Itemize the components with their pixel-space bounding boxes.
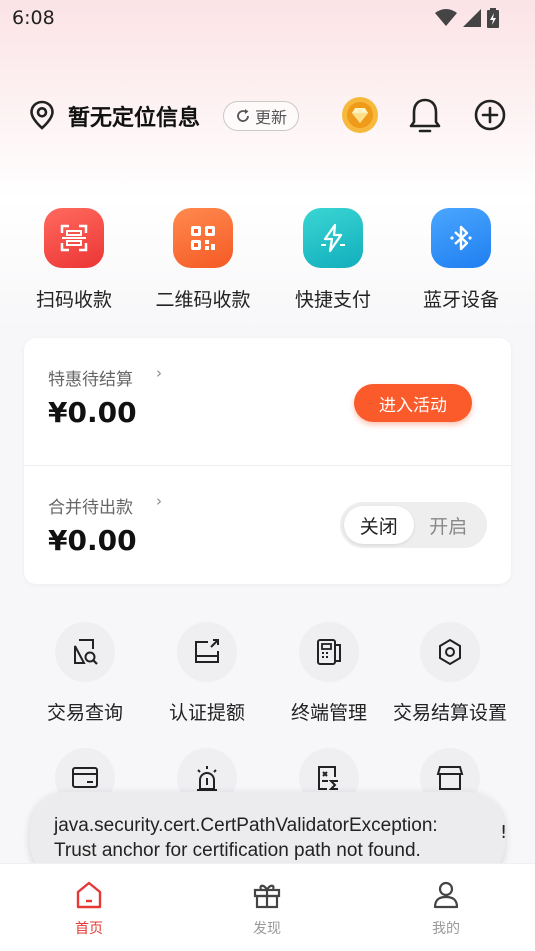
battery-icon	[487, 8, 499, 28]
nav-label: 发现	[253, 921, 281, 937]
merged-payout-label[interactable]: 合并待出款	[48, 493, 133, 518]
bluetooth-tile	[431, 208, 491, 268]
status-time: 6:08	[12, 7, 55, 29]
terminal-icon	[317, 639, 341, 665]
service-label: 交易查询	[46, 702, 123, 724]
qrcode-tile	[173, 208, 233, 268]
quick-action-label: 快捷支付	[294, 289, 371, 311]
refresh-label: 更新	[254, 108, 287, 127]
bluetooth-icon	[450, 225, 472, 251]
service-label: 终端管理	[290, 702, 367, 724]
quick-action-label: 蓝牙设备	[422, 289, 499, 311]
bill-icon	[318, 766, 338, 790]
chevron-right-icon: ›	[156, 492, 162, 510]
status-icons	[435, 8, 499, 28]
signal-icon	[463, 9, 481, 27]
quick-action-scan[interactable]: 扫码收款	[9, 208, 139, 312]
alarm-icon	[197, 766, 217, 791]
quick-actions: 扫码收款 二维码收款 快捷支付 蓝牙设备	[0, 208, 535, 318]
card-icon	[72, 767, 98, 788]
service-label: 交易结算设置	[392, 702, 507, 724]
profile-icon	[433, 881, 459, 909]
status-bar: 6:08	[0, 0, 535, 36]
quick-action-label: 扫码收款	[35, 289, 112, 311]
service-icon-wrap	[420, 622, 480, 682]
merged-payout-toggle[interactable]: 关闭 开启	[340, 502, 487, 548]
special-settlement-label: 特惠待结算	[48, 370, 133, 390]
refresh-location-button[interactable]: 更新	[223, 101, 299, 131]
service-icon-wrap	[177, 622, 237, 682]
service-settlement-settings[interactable]: 交易结算设置	[383, 622, 517, 725]
settlement-settings-icon	[439, 638, 461, 666]
toggle-off-option[interactable]: 关闭	[344, 506, 414, 544]
home-icon	[76, 881, 102, 909]
special-settlement-amount: ¥0.00	[48, 396, 137, 429]
location-icon[interactable]	[28, 100, 56, 130]
toggle-on-option[interactable]: 开启	[414, 506, 484, 544]
location-text[interactable]: 暂无定位信息	[68, 100, 200, 132]
scan-icon	[60, 224, 88, 252]
service-terminal[interactable]: 终端管理	[262, 622, 396, 725]
nav-label: 我的	[432, 921, 460, 937]
flash-pay-tile	[303, 208, 363, 268]
nav-home[interactable]: 首页	[39, 880, 139, 938]
toast-line-1: java.security.cert.CertPathValidatorExce…	[54, 815, 438, 836]
transaction-query-icon	[74, 639, 98, 665]
service-icon-wrap	[299, 622, 359, 682]
qrcode-icon	[191, 226, 215, 250]
merged-payout-amount: ¥0.00	[48, 524, 137, 557]
store-icon	[436, 766, 464, 790]
service-transaction-query[interactable]: 交易查询	[18, 622, 152, 725]
gift-icon	[253, 884, 281, 909]
bell-icon[interactable]	[406, 96, 444, 136]
bottom-nav: 首页 发现 我的	[0, 863, 535, 951]
vip-badge-icon[interactable]	[341, 96, 379, 134]
refresh-icon	[237, 109, 249, 122]
header: 暂无定位信息 更新	[0, 90, 535, 142]
quick-action-bluetooth[interactable]: 蓝牙设备	[396, 208, 526, 312]
nav-profile[interactable]: 我的	[396, 880, 496, 938]
service-certify-limit[interactable]: 认证提额	[140, 622, 274, 725]
chevron-right-icon: ›	[156, 364, 162, 382]
service-icon-wrap	[55, 622, 115, 682]
add-circle-icon[interactable]	[473, 98, 507, 132]
enter-activity-button[interactable]: 进入活动	[354, 384, 472, 422]
toast-line-2: Trust anchor for certification path not …	[54, 840, 421, 861]
special-settlement-section[interactable]: 特惠待结算 › ¥0.00 进入活动	[24, 338, 511, 461]
quick-action-label: 二维码收款	[155, 289, 251, 311]
flash-pay-icon	[321, 223, 345, 253]
scan-tile	[44, 208, 104, 268]
quick-action-qrcode[interactable]: 二维码收款	[138, 208, 268, 312]
wifi-icon	[435, 9, 457, 26]
quick-action-flash-pay[interactable]: 快捷支付	[268, 208, 398, 312]
nav-label: 首页	[75, 921, 103, 937]
toast-underlying-text: !	[500, 822, 508, 843]
nav-discover[interactable]: 发现	[217, 880, 317, 938]
service-label: 认证提额	[168, 702, 245, 724]
certify-limit-icon	[195, 639, 219, 663]
settlement-card: 特惠待结算 › ¥0.00 进入活动 合并待出款 › ¥0.00 关闭 开启	[24, 338, 511, 584]
